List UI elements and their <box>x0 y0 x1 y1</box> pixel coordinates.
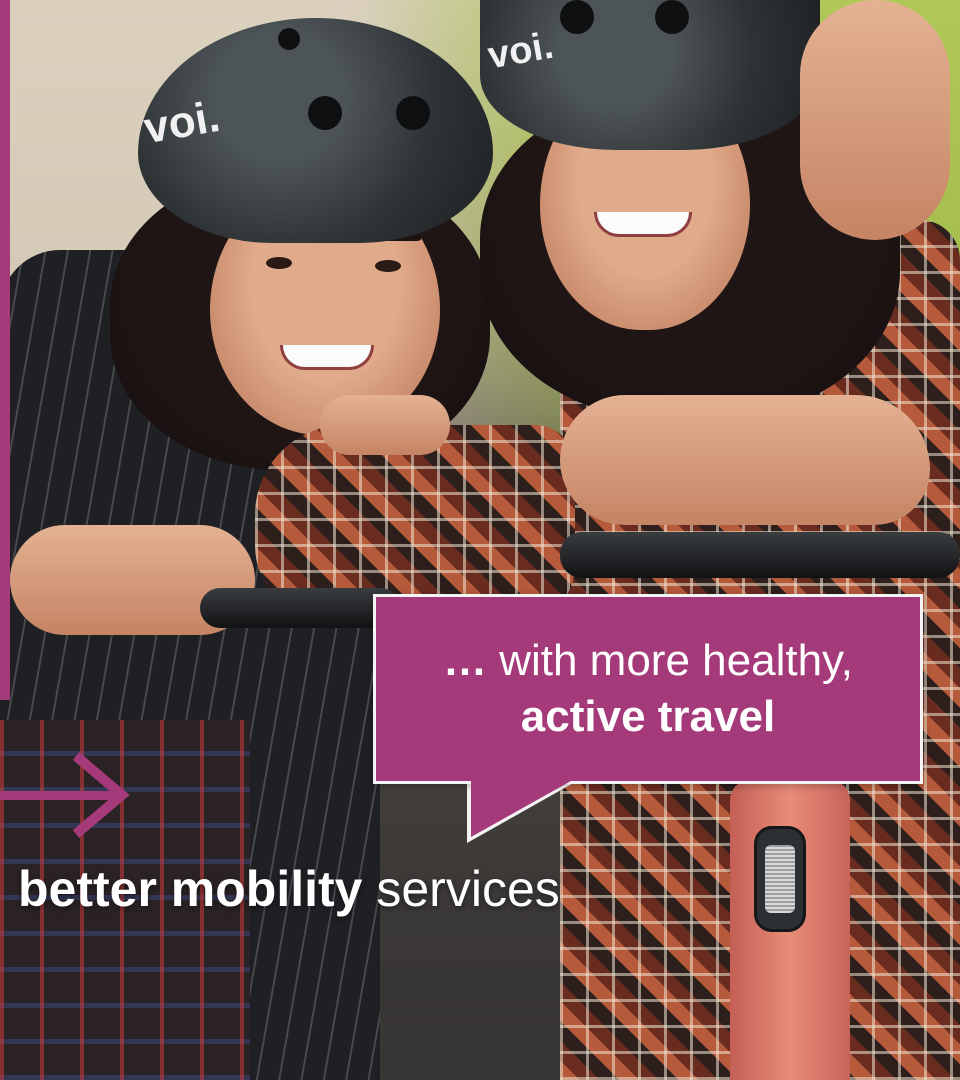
accent-bar <box>0 0 10 700</box>
right-person-helmet: voi. <box>480 0 820 150</box>
arrow-right-icon <box>72 752 130 838</box>
right-person-smile <box>594 212 692 237</box>
caption: better mobility services <box>18 856 560 926</box>
helmet-brand-right: voi. <box>484 24 557 78</box>
speech-bubble: … with more healthy, active travel <box>373 594 923 784</box>
helmet-vent <box>560 0 594 34</box>
bubble-line-1: … with more healthy, <box>443 633 853 689</box>
forearm <box>560 395 930 525</box>
left-person-smile <box>280 345 374 370</box>
left-person-chin-hand <box>320 395 450 455</box>
speech-bubble-tail <box>471 781 571 837</box>
slide: voi. voi. … with more healthy, active tr… <box>0 0 960 1080</box>
caption-light: services <box>362 861 560 917</box>
scooter-handlebar-left <box>200 588 400 628</box>
scooter-handlebar <box>560 532 960 578</box>
helmet-vent <box>278 28 300 50</box>
left-person-eye-left <box>266 257 292 269</box>
helmet-vent <box>396 96 430 130</box>
bubble-line-1-text: with more healthy, <box>486 636 853 685</box>
right-person-hand <box>800 0 950 240</box>
bubble-line-2: active travel <box>520 692 776 741</box>
helmet-brand-left: voi. <box>140 91 224 154</box>
bubble-ellipsis: … <box>442 636 487 685</box>
helmet-vent <box>308 96 342 130</box>
caption-bold: better mobility <box>18 861 363 917</box>
left-person-eye-right <box>375 260 401 272</box>
scooter-light <box>754 826 806 932</box>
helmet-vent <box>655 0 689 34</box>
